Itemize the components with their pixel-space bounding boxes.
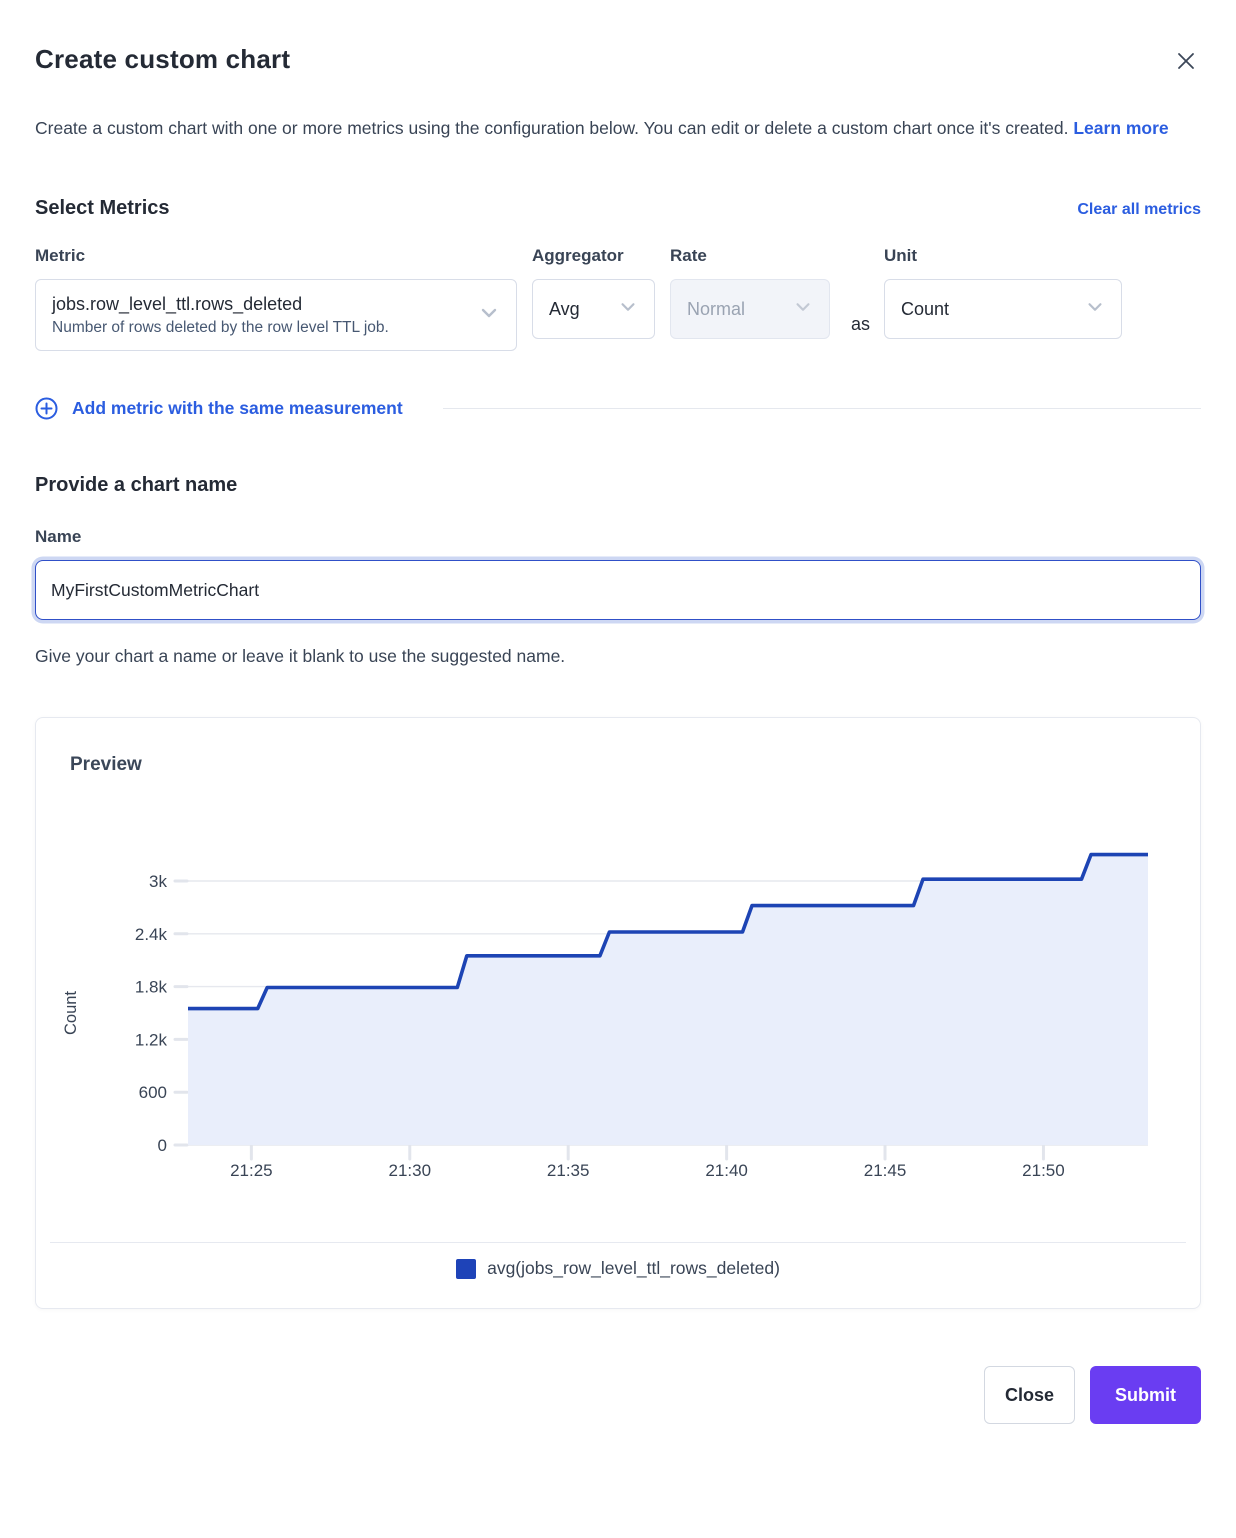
svg-text:21:45: 21:45 xyxy=(864,1161,907,1180)
chart-name-input[interactable] xyxy=(35,560,1201,620)
metric-select[interactable]: jobs.row_level_ttl.rows_deleted Number o… xyxy=(35,279,517,351)
name-helper-text: Give your chart a name or leave it blank… xyxy=(35,646,1201,667)
svg-text:3k: 3k xyxy=(149,872,167,891)
add-metric-label: Add metric with the same measurement xyxy=(72,398,403,419)
legend-swatch xyxy=(456,1259,476,1279)
divider xyxy=(50,1242,1186,1243)
metric-select-value: jobs.row_level_ttl.rows_deleted xyxy=(52,294,389,315)
svg-text:21:25: 21:25 xyxy=(230,1161,273,1180)
svg-text:21:40: 21:40 xyxy=(705,1161,748,1180)
select-metrics-header: Select Metrics Clear all metrics xyxy=(35,197,1201,220)
svg-text:2.4k: 2.4k xyxy=(135,925,168,944)
close-button[interactable] xyxy=(1171,46,1201,79)
metric-select-description: Number of rows deleted by the row level … xyxy=(52,319,389,337)
plus-circle-icon xyxy=(35,397,58,420)
chevron-down-icon xyxy=(793,297,813,322)
rate-label: Rate xyxy=(670,246,830,266)
as-label: as xyxy=(851,314,870,335)
metric-config-row: Metric jobs.row_level_ttl.rows_deleted N… xyxy=(35,246,1201,351)
chevron-down-icon xyxy=(1085,297,1105,322)
preview-chart: 0 600 1.2k 1.8k 2.4k 3k 21:25 21:30 21:35 21:40 21… xyxy=(36,818,1206,1208)
metric-select-texts: jobs.row_level_ttl.rows_deleted Number o… xyxy=(52,294,389,337)
svg-text:600: 600 xyxy=(139,1083,167,1102)
divider xyxy=(443,408,1201,409)
chart-legend: avg(jobs_row_level_ttl_rows_deleted) xyxy=(36,1258,1200,1279)
svg-text:21:50: 21:50 xyxy=(1022,1161,1065,1180)
aggregator-label: Aggregator xyxy=(532,246,655,266)
svg-text:Count: Count xyxy=(62,991,80,1035)
add-metric-button[interactable]: Add metric with the same measurement xyxy=(35,397,403,420)
preview-card: Preview 0 600 1.2k 1.8k 2.4k 3k 21:25 21:30 21:3… xyxy=(35,717,1201,1309)
preview-heading: Preview xyxy=(70,754,142,776)
unit-column: Unit Count xyxy=(884,246,1122,339)
metric-column: Metric jobs.row_level_ttl.rows_deleted N… xyxy=(35,246,517,351)
chevron-down-icon xyxy=(618,297,638,322)
add-metric-row: Add metric with the same measurement xyxy=(35,397,1201,420)
legend-label: avg(jobs_row_level_ttl_rows_deleted) xyxy=(487,1258,780,1279)
chart-name-heading: Provide a chart name xyxy=(35,474,1201,497)
close-icon xyxy=(1175,60,1197,75)
page-title: Create custom chart xyxy=(35,44,290,75)
submit-button[interactable]: Submit xyxy=(1090,1366,1201,1424)
metric-label: Metric xyxy=(35,246,517,266)
modal-footer: Close Submit xyxy=(35,1366,1201,1424)
svg-text:0: 0 xyxy=(158,1136,167,1155)
unit-select-value: Count xyxy=(901,299,949,320)
aggregator-select-value: Avg xyxy=(549,299,580,320)
learn-more-link[interactable]: Learn more xyxy=(1073,118,1168,138)
close-footer-button[interactable]: Close xyxy=(984,1366,1075,1424)
modal-description: Create a custom chart with one or more m… xyxy=(35,109,1185,147)
aggregator-column: Aggregator Avg xyxy=(517,246,655,339)
aggregator-select[interactable]: Avg xyxy=(532,279,655,339)
modal-description-text: Create a custom chart with one or more m… xyxy=(35,118,1068,138)
svg-text:21:35: 21:35 xyxy=(547,1161,590,1180)
svg-text:1.2k: 1.2k xyxy=(135,1030,168,1049)
chevron-down-icon xyxy=(478,302,500,329)
rate-column: Rate Normal xyxy=(655,246,830,339)
create-custom-chart-modal: Create custom chart Create a custom char… xyxy=(0,0,1236,1538)
unit-select[interactable]: Count xyxy=(884,279,1122,339)
svg-text:21:30: 21:30 xyxy=(389,1161,432,1180)
modal-header: Create custom chart xyxy=(35,44,1201,79)
rate-select: Normal xyxy=(670,279,830,339)
unit-label: Unit xyxy=(884,246,1122,266)
name-label: Name xyxy=(35,527,1201,547)
rate-select-value: Normal xyxy=(687,299,745,320)
select-metrics-heading: Select Metrics xyxy=(35,197,170,220)
svg-text:1.8k: 1.8k xyxy=(135,978,168,997)
clear-all-metrics-link[interactable]: Clear all metrics xyxy=(1077,201,1201,219)
